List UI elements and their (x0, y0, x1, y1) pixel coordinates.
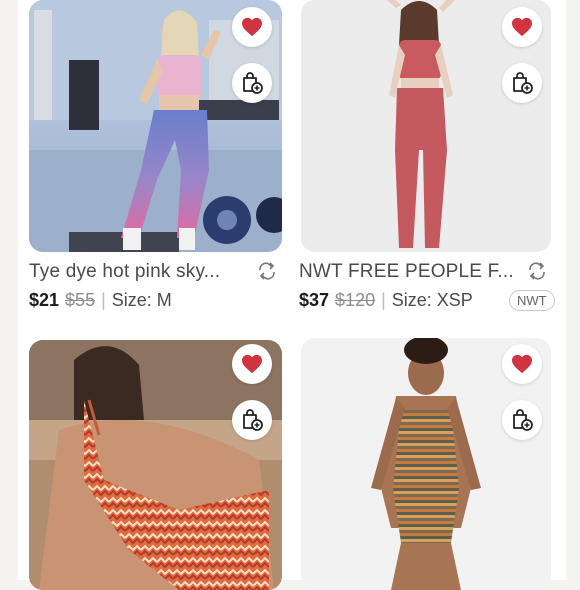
heart-icon (512, 354, 532, 374)
add-to-bag-button-2[interactable] (502, 63, 542, 103)
add-to-bag-icon (243, 72, 263, 94)
size-1: Size: M (111, 290, 172, 310)
listing-title-1[interactable]: Tye dye hot pink sky... (29, 261, 220, 283)
add-to-bag-button-1[interactable] (232, 63, 272, 103)
share-icon[interactable] (527, 261, 547, 281)
add-to-bag-icon (243, 409, 263, 431)
heart-icon (242, 17, 262, 37)
add-to-bag-button-4[interactable] (502, 400, 542, 440)
heart-icon (512, 17, 532, 37)
heart-icon (242, 354, 262, 374)
like-button-2[interactable] (502, 7, 542, 47)
price-1: $21 (29, 290, 60, 310)
nwt-badge: NWT (509, 290, 555, 311)
like-button-1[interactable] (232, 7, 272, 47)
size-2: Size: XSP (391, 290, 473, 310)
add-to-bag-button-3[interactable] (232, 400, 272, 440)
like-button-3[interactable] (232, 344, 272, 384)
separator: | (381, 290, 386, 310)
share-icon[interactable] (257, 261, 277, 281)
separator: | (101, 290, 106, 310)
price-2: $37 (299, 290, 330, 310)
listing-title-2[interactable]: NWT FREE PEOPLE F... (299, 261, 514, 283)
price-row-2: $37 $120 | Size: XSP (299, 290, 473, 311)
add-to-bag-icon (513, 409, 533, 431)
listing-grid: Tye dye hot pink sky... $21 $55 | Size: … (18, 0, 566, 590)
like-button-4[interactable] (502, 344, 542, 384)
original-price-2: $120 (335, 290, 376, 310)
original-price-1: $55 (65, 290, 96, 310)
add-to-bag-icon (513, 72, 533, 94)
price-row-1: $21 $55 | Size: M (29, 290, 172, 311)
